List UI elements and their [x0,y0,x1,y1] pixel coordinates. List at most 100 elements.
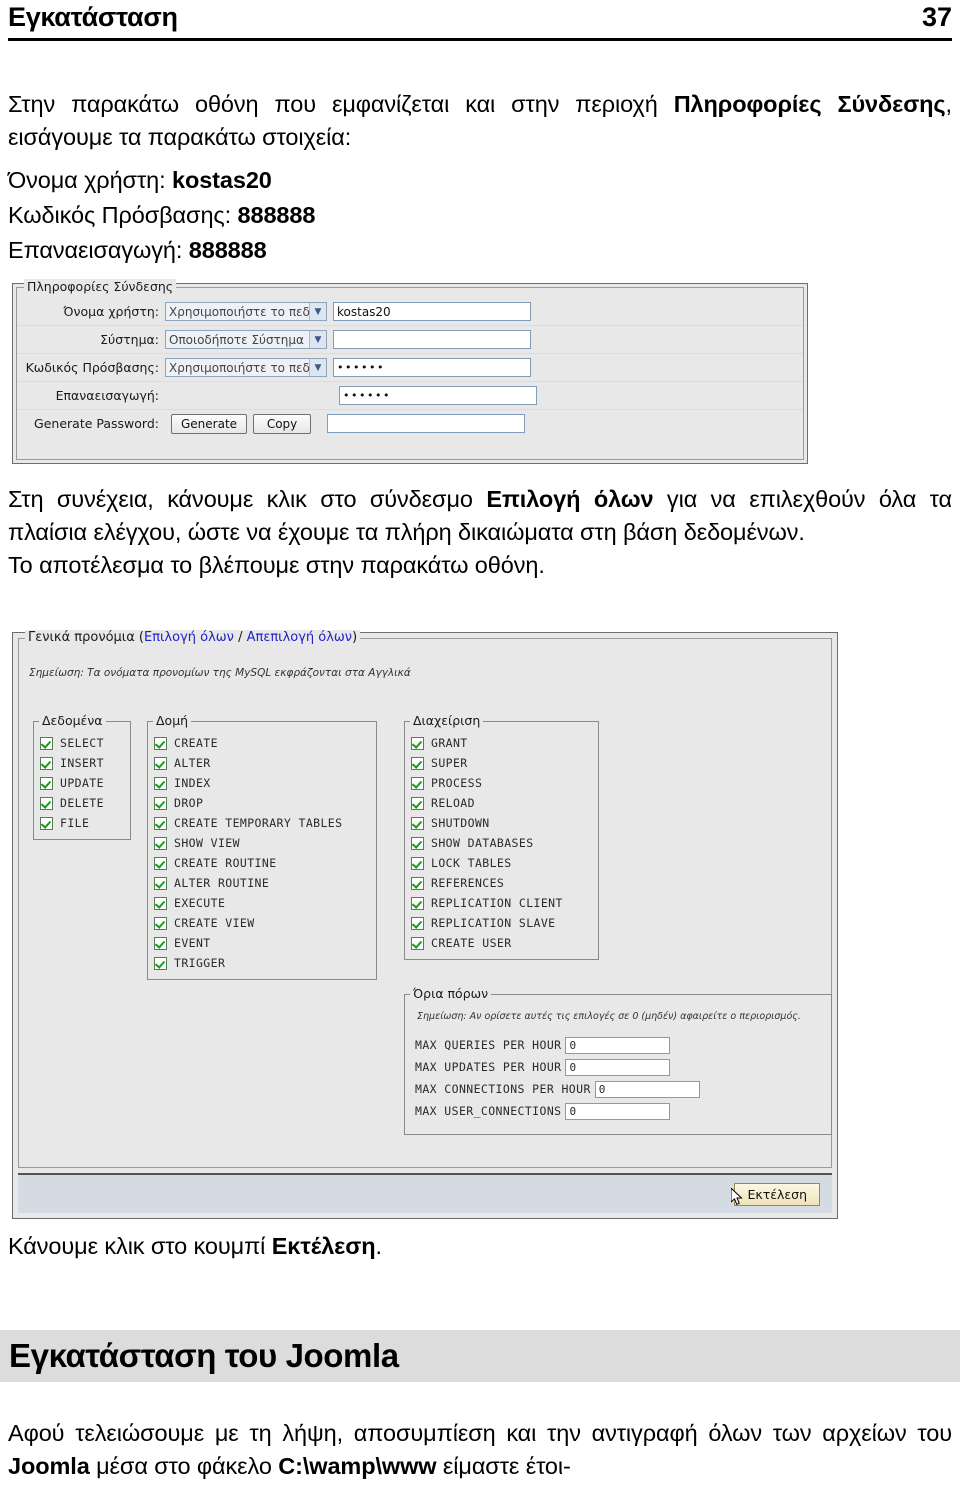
tail-bold-joomla: Joomla [8,1453,90,1479]
checkbox-checked-icon[interactable] [154,776,167,790]
checkbox-checked-icon[interactable] [40,736,53,750]
checkbox-label: CREATE ROUTINE [174,856,277,870]
checkbox-row[interactable]: SHOW VIEW [154,833,370,853]
tail-bold-path: C:\wamp\www [278,1453,437,1479]
checkbox-checked-icon[interactable] [411,856,424,870]
checkbox-checked-icon[interactable] [154,876,167,890]
checkbox-label: CREATE [174,736,218,750]
checkbox-row[interactable]: LOCK TABLES [411,853,592,873]
checkbox-row[interactable]: ALTER ROUTINE [154,873,370,893]
checkbox-checked-icon[interactable] [154,816,167,830]
form-row-generate-password: Generate Password: Generate Copy [17,410,803,437]
checkbox-checked-icon[interactable] [154,896,167,910]
checkbox-checked-icon[interactable] [154,756,167,770]
checkbox-row[interactable]: SHOW DATABASES [411,833,592,853]
checkbox-row[interactable]: SELECT [40,733,124,753]
checkbox-checked-icon[interactable] [411,756,424,770]
checkbox-row[interactable]: CREATE ROUTINE [154,853,370,873]
checkbox-label: EVENT [174,936,211,950]
checkbox-checked-icon[interactable] [411,816,424,830]
credential-reenter-value: 888888 [188,237,267,263]
checkbox-checked-icon[interactable] [411,896,424,910]
select-all-link[interactable]: Επιλογή όλων [144,630,234,645]
tail-paragraph: Αφού τελειώσουμε με τη λήψη, αποσυμπίεση… [8,1417,952,1483]
resource-limit-row: MAX CONNECTIONS PER HOUR 0 [415,1078,821,1100]
checkbox-checked-icon[interactable] [154,836,167,850]
unselect-all-link[interactable]: Απεπιλογή όλων [247,630,352,645]
checkbox-row[interactable]: REPLICATION SLAVE [411,913,592,933]
checkbox-row[interactable]: PROCESS [411,773,592,793]
credential-password-label: Κωδικός Πρόσβασης: [8,202,238,228]
checkbox-row[interactable]: CREATE [154,733,370,753]
checkbox-row[interactable]: DROP [154,793,370,813]
checkbox-row[interactable]: EVENT [154,933,370,953]
checkbox-row[interactable]: INDEX [154,773,370,793]
checkbox-row[interactable]: EXECUTE [154,893,370,913]
checkbox-row[interactable]: CREATE TEMPORARY TABLES [154,813,370,833]
max-connections-per-hour-input[interactable]: 0 [594,1080,700,1098]
checkbox-row[interactable]: REPLICATION CLIENT [411,893,592,913]
checkbox-label: REPLICATION CLIENT [431,896,563,910]
checkbox-row[interactable]: RELOAD [411,793,592,813]
checkbox-label: DELETE [60,796,104,810]
checkbox-row[interactable]: INSERT [40,753,124,773]
password-method-select[interactable]: Χρησιμοποιήστε το πεδί ▼ [165,358,327,377]
checkbox-label: SUPER [431,756,468,770]
checkbox-row[interactable]: CREATE VIEW [154,913,370,933]
checkbox-row[interactable]: UPDATE [40,773,124,793]
checkbox-checked-icon[interactable] [411,776,424,790]
checkbox-checked-icon[interactable] [40,796,53,810]
checkbox-checked-icon[interactable] [154,936,167,950]
generate-button[interactable]: Generate [171,413,248,434]
username-host-select[interactable]: Χρησιμοποιήστε το πεδί ▼ [165,302,327,321]
checkbox-checked-icon[interactable] [154,916,167,930]
password-input[interactable]: •••••• [333,358,531,377]
password-method-select-value: Χρησιμοποιήστε το πεδί [169,360,309,375]
checkbox-checked-icon[interactable] [411,796,424,810]
checkbox-label: SHUTDOWN [431,816,490,830]
system-select[interactable]: Οποιοδήποτε Σύστημα ▼ [165,330,327,349]
checkbox-label: INSERT [60,756,104,770]
checkbox-row[interactable]: FILE [40,813,124,833]
copy-button[interactable]: Copy [253,413,312,434]
checkbox-row[interactable]: GRANT [411,733,592,753]
checkbox-checked-icon[interactable] [411,836,424,850]
system-label: Σύστημα: [100,332,159,347]
checkbox-checked-icon[interactable] [411,876,424,890]
checkbox-checked-icon[interactable] [411,916,424,930]
mouse-cursor-icon [731,1187,744,1205]
generated-password-input[interactable] [327,414,526,433]
checkbox-row[interactable]: SUPER [411,753,592,773]
checkbox-checked-icon[interactable] [40,776,53,790]
password-label: Κωδικός Πρόσβασης: [25,360,159,375]
username-input[interactable]: kostas20 [333,302,531,321]
checkbox-row[interactable]: ALTER [154,753,370,773]
max-updates-per-hour-input[interactable]: 0 [565,1058,671,1076]
tail-text-3: είμαστε έτοι- [436,1453,571,1479]
max-updates-per-hour-label: MAX UPDATES PER HOUR [415,1060,562,1074]
checkbox-checked-icon[interactable] [154,956,167,970]
checkbox-row[interactable]: REFERENCES [411,873,592,893]
checkbox-checked-icon[interactable] [154,736,167,750]
checkbox-row[interactable]: TRIGGER [154,953,370,973]
checkbox-checked-icon[interactable] [411,736,424,750]
credential-password-value: 888888 [237,202,316,228]
max-user-connections-input[interactable]: 0 [565,1102,671,1120]
reenter-password-input[interactable]: •••••• [339,386,537,405]
privileges-screenshot: Γενικά προνόμια (Επιλογή όλων / Απεπιλογ… [12,630,838,1219]
checkbox-checked-icon[interactable] [154,856,167,870]
checkbox-row[interactable]: CREATE USER [411,933,592,953]
checkbox-checked-icon[interactable] [40,816,53,830]
checkbox-checked-icon[interactable] [154,796,167,810]
checkbox-label: SHOW VIEW [174,836,240,850]
system-input[interactable] [333,330,531,349]
checkbox-checked-icon[interactable] [40,756,53,770]
global-privileges-fieldset: Γενικά προνόμια (Επιλογή όλων / Απεπιλογ… [18,630,832,1168]
checkbox-checked-icon[interactable] [411,936,424,950]
privilege-group-structure-items: CREATE ALTER INDEX DROP CREATE TEMPORARY… [148,722,376,979]
checkbox-row[interactable]: DELETE [40,793,124,813]
execute-button[interactable]: Εκτέλεση [731,1182,820,1206]
checkbox-label: REFERENCES [431,876,505,890]
max-queries-per-hour-input[interactable]: 0 [565,1036,671,1054]
checkbox-row[interactable]: SHUTDOWN [411,813,592,833]
